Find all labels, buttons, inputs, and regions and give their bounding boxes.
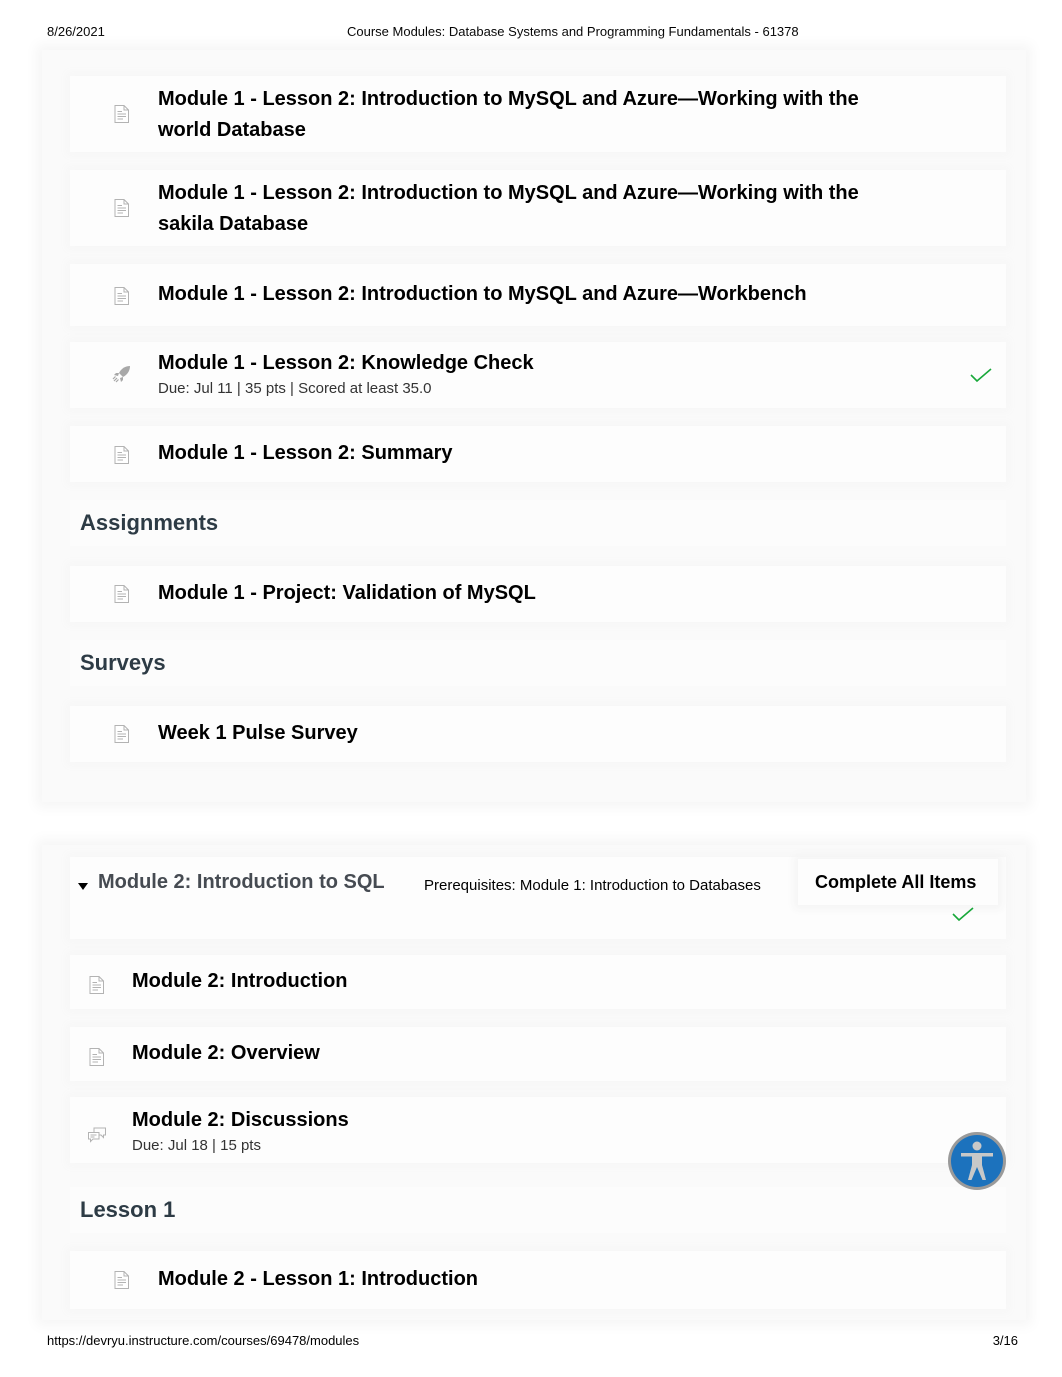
module-item[interactable]: Module 2: Discussions Due: Jul 18 | 15 p…: [70, 1097, 1006, 1163]
print-page-number: 3/16: [992, 1333, 1018, 1348]
module-1-block: Module 1 - Lesson 2: Introduction to MyS…: [42, 50, 1026, 802]
item-title[interactable]: Module 1 - Lesson 2: Introduction to MyS…: [158, 84, 916, 146]
module-item[interactable]: Module 1 - Lesson 2: Introduction to MyS…: [70, 264, 1006, 326]
page-icon: [112, 724, 132, 744]
module-item[interactable]: Module 2: Overview: [70, 1027, 1006, 1081]
section-header-lesson-1: Lesson 1: [70, 1187, 1006, 1233]
quiz-rocket-icon: [112, 366, 130, 383]
module-2-block: Module 2: Introduction to SQL Prerequisi…: [42, 845, 1026, 1320]
print-date: 8/26/2021: [47, 24, 105, 39]
item-title[interactable]: Module 1 - Lesson 2: Introduction to MyS…: [158, 178, 916, 240]
module-item[interactable]: Module 1 - Lesson 2: Summary: [70, 426, 1006, 482]
print-header: 8/26/2021 Course Modules: Database Syste…: [47, 24, 1018, 42]
module-prerequisites: Prerequisites: Module 1: Introduction to…: [424, 877, 761, 894]
module-item[interactable]: Week 1 Pulse Survey: [70, 706, 1006, 762]
item-title[interactable]: Module 1 - Lesson 2: Knowledge Check: [158, 348, 916, 379]
page-icon: [112, 445, 132, 465]
page-icon: [87, 1047, 107, 1067]
item-title[interactable]: Module 1 - Project: Validation of MySQL: [158, 578, 916, 609]
item-title[interactable]: Module 2 - Lesson 1: Introduction: [158, 1264, 916, 1295]
print-url: https://devryu.instructure.com/courses/6…: [47, 1333, 360, 1348]
item-title[interactable]: Module 1 - Lesson 2: Introduction to MyS…: [158, 279, 916, 310]
item-title[interactable]: Module 1 - Lesson 2: Summary: [158, 438, 916, 469]
module-item[interactable]: Module 1 - Lesson 2: Knowledge Check Due…: [70, 342, 1006, 408]
module-requirement: Complete All Items: [798, 859, 998, 905]
page-icon: [112, 104, 132, 124]
item-title[interactable]: Module 2: Overview: [132, 1038, 916, 1069]
discussion-icon: [88, 1127, 106, 1143]
accessibility-button[interactable]: [948, 1132, 1006, 1190]
accessibility-icon: [961, 1141, 993, 1180]
item-title[interactable]: Week 1 Pulse Survey: [158, 718, 916, 749]
section-header-assignments: Assignments: [70, 500, 1006, 546]
module-item[interactable]: Module 2 - Lesson 1: Introduction: [70, 1251, 1006, 1309]
print-title: Course Modules: Database Systems and Pro…: [347, 24, 799, 39]
collapse-toggle-icon[interactable]: [78, 883, 88, 890]
module-title[interactable]: Module 2: Introduction to SQL: [98, 871, 385, 894]
page-icon: [87, 975, 107, 995]
print-footer: https://devryu.instructure.com/courses/6…: [47, 1333, 1018, 1351]
section-header-surveys: Surveys: [70, 640, 1006, 686]
page-icon: [112, 198, 132, 218]
page-icon: [112, 584, 132, 604]
module-item[interactable]: Module 1 - Project: Validation of MySQL: [70, 566, 1006, 622]
module-item[interactable]: Module 1 - Lesson 2: Introduction to MyS…: [70, 170, 1006, 246]
page-icon: [112, 286, 132, 306]
module-item[interactable]: Module 1 - Lesson 2: Introduction to MyS…: [70, 76, 1006, 152]
module-2-header[interactable]: Module 2: Introduction to SQL Prerequisi…: [70, 857, 1006, 939]
requirement-check-icon: [952, 907, 974, 923]
item-meta: Due: Jul 11 | 35 pts | Scored at least 3…: [158, 380, 432, 397]
item-title[interactable]: Module 2: Introduction: [132, 966, 916, 997]
item-title[interactable]: Module 2: Discussions: [132, 1105, 916, 1136]
requirement-label: Complete All Items: [815, 872, 977, 892]
page-icon: [112, 1270, 132, 1290]
module-item[interactable]: Module 2: Introduction: [70, 955, 1006, 1009]
item-meta: Due: Jul 18 | 15 pts: [132, 1137, 261, 1154]
completed-check-icon: [970, 368, 992, 384]
